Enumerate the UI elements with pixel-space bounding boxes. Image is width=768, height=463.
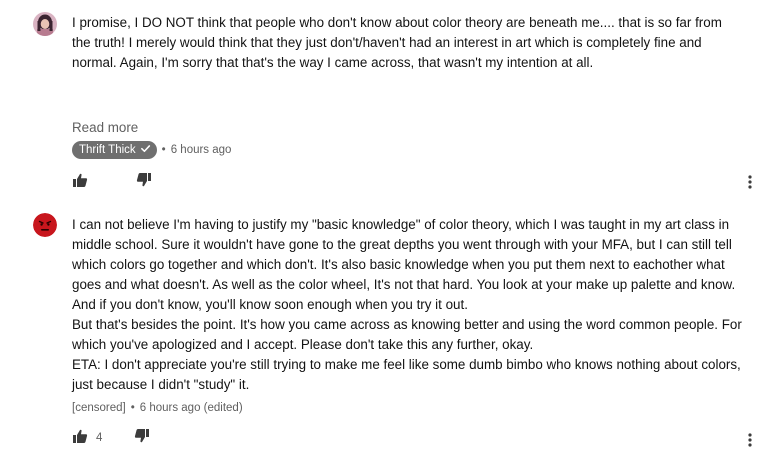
comment-2: I can not believe I'm having to justify … bbox=[0, 200, 768, 463]
thumbs-up-icon bbox=[72, 428, 88, 449]
comment-1: I promise, I DO NOT think that people wh… bbox=[0, 0, 768, 200]
checkmark-icon bbox=[140, 143, 151, 158]
avatar[interactable] bbox=[33, 213, 57, 237]
thumbs-down-icon bbox=[134, 428, 150, 449]
author-badge[interactable]: Thrift Thick bbox=[72, 141, 157, 159]
like-count: 4 bbox=[96, 432, 103, 444]
dislike-button[interactable] bbox=[134, 428, 150, 449]
author-name: Thrift Thick bbox=[79, 144, 136, 156]
comment-actions: 4 bbox=[72, 428, 150, 448]
read-more-link[interactable]: Read more bbox=[72, 120, 138, 135]
more-vert-icon[interactable] bbox=[744, 430, 756, 450]
more-vert-icon[interactable] bbox=[744, 172, 756, 192]
thumbs-down-icon bbox=[136, 172, 152, 193]
avatar[interactable] bbox=[33, 12, 57, 36]
author-name[interactable]: [censored] bbox=[72, 402, 126, 414]
comment-actions bbox=[72, 172, 152, 192]
separator-dot: • bbox=[130, 402, 135, 414]
comment-meta: Thrift Thick • 6 hours ago bbox=[72, 141, 231, 159]
thumbs-up-icon bbox=[72, 172, 88, 193]
separator-dot: • bbox=[161, 144, 166, 156]
like-button[interactable] bbox=[72, 172, 96, 193]
timestamp: 6 hours ago (edited) bbox=[139, 402, 243, 414]
comment-meta: [censored] • 6 hours ago (edited) bbox=[72, 399, 243, 417]
like-button[interactable]: 4 bbox=[72, 428, 102, 449]
dislike-button[interactable] bbox=[136, 172, 152, 193]
comment-text: I can not believe I'm having to justify … bbox=[72, 217, 742, 392]
timestamp: 6 hours ago bbox=[170, 144, 232, 156]
comment-text: I promise, I DO NOT think that people wh… bbox=[72, 15, 726, 70]
